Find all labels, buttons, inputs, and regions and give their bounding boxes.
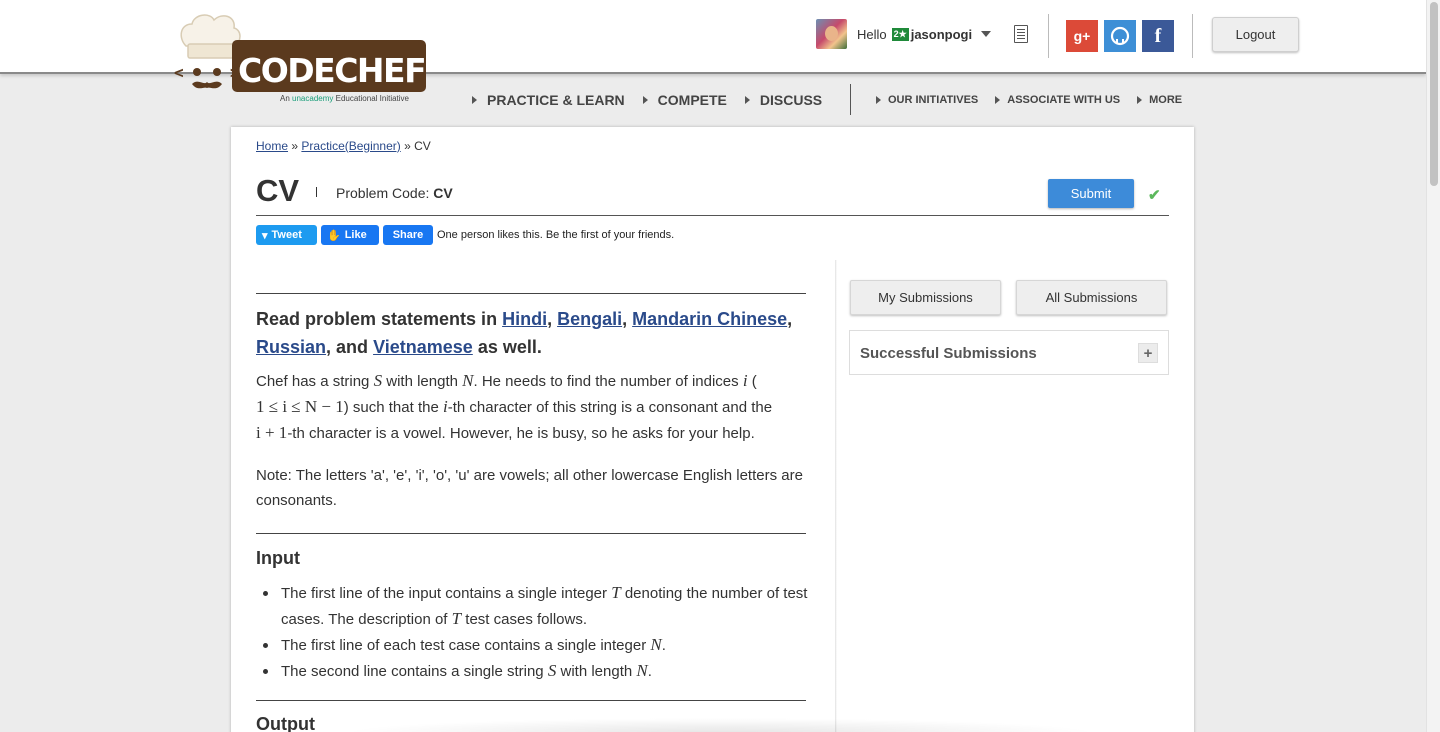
output-heading: Output <box>256 714 315 732</box>
nav-more[interactable]: MORE <box>1137 94 1182 106</box>
likes-text: One person likes this. Be the first of y… <box>437 229 675 241</box>
caret-right-icon <box>744 96 750 104</box>
problem-card: Home » Practice(Beginner) » CV CV Proble… <box>231 127 1194 732</box>
successful-submissions-panel[interactable]: Successful Submissions + <box>849 330 1169 375</box>
lang-link-russian[interactable]: Russian <box>256 337 326 357</box>
avatar[interactable] <box>816 19 847 49</box>
scrollbar-thumb[interactable] <box>1430 2 1438 186</box>
caret-right-icon <box>472 96 477 104</box>
lang-link-vietnamese[interactable]: Vietnamese <box>373 337 473 357</box>
statement-languages: Read problem statements in Hindi, Bengal… <box>256 309 793 357</box>
caret-right-icon <box>876 96 881 104</box>
lang-link-hindi[interactable]: Hindi <box>502 309 547 329</box>
tweet-button[interactable]: ▾ Tweet <box>256 225 317 245</box>
nav-associate-with-us[interactable]: ASSOCIATE WITH US <box>995 94 1120 106</box>
facebook-icon[interactable]: f <box>1142 20 1174 52</box>
submit-button[interactable]: Submit <box>1048 179 1134 208</box>
chevron-down-icon[interactable] <box>981 31 992 37</box>
logo-wordmark: CODECHEF <box>238 51 425 90</box>
note-paragraph: Note: The letters 'a', 'e', 'i', 'o', 'u… <box>256 467 803 509</box>
nav-our-initiatives[interactable]: OUR INITIATIVES <box>876 94 978 106</box>
nav-divider <box>850 84 851 115</box>
svg-text:<: < <box>174 63 184 82</box>
share-button[interactable]: Share <box>383 225 433 245</box>
twitter-icon: ▾ <box>262 229 268 242</box>
title-rule <box>256 215 1169 216</box>
greeting: Hello <box>857 26 887 42</box>
caret-right-icon <box>995 96 1001 104</box>
lang-link-mandarin[interactable]: Mandarin Chinese <box>632 309 787 329</box>
thumbs-up-icon: ✋ <box>327 229 341 242</box>
breadcrumb-current: CV <box>414 139 431 153</box>
list-item: The first line of the input contains a s… <box>256 580 816 632</box>
top-header: < > CODECHEF An unacademy Educational In… <box>0 0 1426 103</box>
bottom-shadow <box>340 718 1100 732</box>
breadcrumb: Home » Practice(Beginner) » CV <box>256 139 431 153</box>
check-icon: ✔ <box>1148 187 1161 204</box>
notebook-icon[interactable] <box>1014 25 1028 43</box>
user-menu[interactable]: Hello 2★ jasonpogi <box>816 19 992 49</box>
all-submissions-button[interactable]: All Submissions <box>1016 280 1167 315</box>
input-list: The first line of the input contains a s… <box>256 580 816 684</box>
lang-link-bengali[interactable]: Bengali <box>557 309 622 329</box>
list-item: The first line of each test case contain… <box>256 632 816 658</box>
page-title: CV <box>256 173 300 208</box>
username[interactable]: jasonpogi <box>911 27 972 42</box>
header-divider <box>1192 14 1193 58</box>
successful-submissions-title: Successful Submissions <box>860 345 1037 362</box>
problem-code: Problem Code: CV <box>336 185 453 201</box>
section-rule <box>256 533 806 534</box>
secondary-nav: OUR INITIATIVES ASSOCIATE WITH US MORE <box>876 84 1199 116</box>
breadcrumb-home[interactable]: Home <box>256 139 288 153</box>
header-divider <box>1048 14 1049 58</box>
expand-icon[interactable]: + <box>1138 343 1158 363</box>
page-scrollbar[interactable] <box>1426 0 1440 732</box>
section-rule <box>256 293 806 294</box>
rating-badge: 2★ <box>891 27 909 41</box>
caret-right-icon <box>642 96 648 104</box>
nav-practice-learn[interactable]: PRACTICE & LEARN <box>472 92 625 108</box>
content-divider <box>835 260 837 732</box>
logout-button[interactable]: Logout <box>1212 17 1299 52</box>
section-rule <box>256 700 806 701</box>
caret-right-icon <box>1137 96 1143 104</box>
input-heading: Input <box>256 548 300 568</box>
github-icon[interactable] <box>1104 20 1136 52</box>
codechef-logo[interactable]: < > CODECHEF An unacademy Educational In… <box>172 8 432 108</box>
google-plus-icon[interactable]: g+ <box>1066 20 1098 52</box>
nav-discuss[interactable]: DISCUSS <box>744 92 822 108</box>
logo-tagline: An unacademy Educational Initiative <box>280 94 410 103</box>
like-button[interactable]: ✋ Like <box>321 225 379 245</box>
main-nav: PRACTICE & LEARN COMPETE DISCUSS <box>472 84 840 116</box>
share-bar: ▾ Tweet ✋ Like Share One person likes this… <box>256 225 674 245</box>
statement-paragraph: Chef has a string S with length N. He ne… <box>256 371 773 442</box>
my-submissions-button[interactable]: My Submissions <box>850 280 1001 315</box>
title-divider <box>316 187 317 197</box>
nav-compete[interactable]: COMPETE <box>642 92 727 108</box>
list-item: The second line contains a single string… <box>256 658 816 684</box>
breadcrumb-practice[interactable]: Practice(Beginner) <box>301 139 400 153</box>
